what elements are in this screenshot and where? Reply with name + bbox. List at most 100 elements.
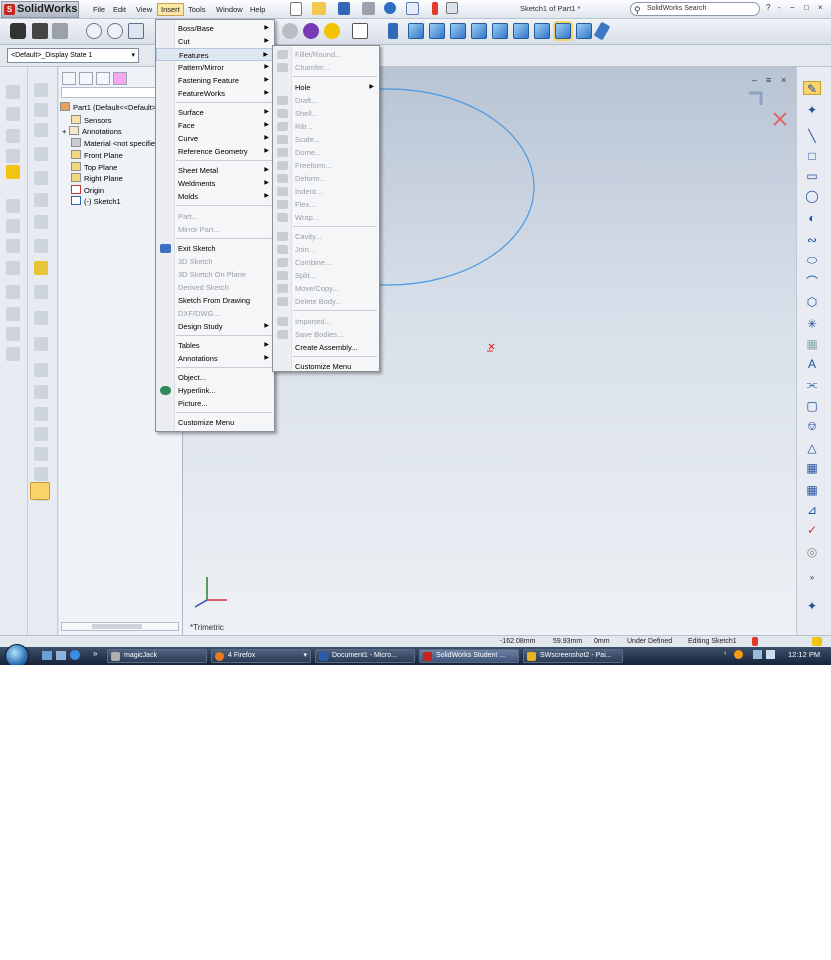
mirror-tool-icon[interactable]	[6, 261, 20, 275]
zoom-to-fit-icon[interactable]	[86, 23, 102, 39]
insert-item-features[interactable]: Features ▶	[156, 48, 274, 61]
search-input[interactable]: ⚲ SolidWorks Search	[630, 2, 760, 16]
menu-edit[interactable]: Edit	[110, 3, 129, 16]
features-item-freeform[interactable]: Freeform...	[273, 159, 379, 172]
view-orientation-icon[interactable]	[352, 23, 368, 39]
right-view-icon[interactable]	[471, 23, 487, 39]
centerline-tool-icon[interactable]	[6, 107, 20, 121]
layer-tool-icon[interactable]	[6, 347, 20, 361]
line-icon[interactable]: ╲	[805, 129, 819, 143]
insert-item-3d-sketch[interactable]: 3D Sketch	[156, 255, 274, 268]
corner-tool-icon[interactable]	[6, 129, 20, 143]
slot-icon[interactable]: ▭	[805, 169, 819, 183]
pattern-tool-icon[interactable]	[34, 215, 48, 229]
tray-expand-icon[interactable]: ‹	[724, 650, 726, 657]
zoom-to-area-icon[interactable]	[107, 23, 123, 39]
maximize-button[interactable]: □	[804, 3, 809, 12]
tree-horizontal-scrollbar[interactable]	[61, 622, 179, 631]
smart-dimension-icon[interactable]	[32, 23, 48, 39]
features-item-combine[interactable]: Combine...	[273, 256, 379, 269]
trim-icon[interactable]: ⫘	[805, 377, 819, 391]
move-entities-icon[interactable]: ▦	[805, 483, 819, 497]
insert-item-hyperlink[interactable]: Hyperlink...	[156, 384, 274, 397]
offset-icon[interactable]: ▢	[805, 399, 819, 413]
rib-tool-icon[interactable]	[34, 407, 48, 421]
left-view-icon[interactable]	[450, 23, 466, 39]
isometric-view-icon[interactable]	[534, 23, 550, 39]
options-icon[interactable]	[446, 2, 458, 14]
ellipse-icon[interactable]: ⬭	[805, 253, 819, 267]
smart-dimension-icon[interactable]: ✦	[805, 103, 819, 117]
front-view-icon[interactable]	[408, 23, 424, 39]
taskbar-clock[interactable]: 12:12 PM	[788, 650, 820, 659]
table-tool-icon[interactable]	[6, 219, 20, 233]
mold-tool-icon[interactable]	[34, 363, 48, 377]
features-item-imported[interactable]: Imported...	[273, 315, 379, 328]
normal-to-icon[interactable]	[388, 23, 398, 39]
insert-item-tables[interactable]: Tables ▶	[156, 339, 274, 352]
back-view-icon[interactable]	[429, 23, 445, 39]
polygon-icon[interactable]: ⬡	[805, 295, 819, 309]
features-item-create-assembly[interactable]: Create Assembly...	[273, 341, 379, 354]
features-item-hole[interactable]: Hole ▶	[273, 81, 379, 94]
insert-item-fastening-feature[interactable]: Fastening Feature ▶	[156, 74, 274, 87]
help-dropdown-button[interactable]: -	[778, 3, 781, 12]
features-item-rib[interactable]: Rib...	[273, 120, 379, 133]
circle-icon[interactable]: ◯	[805, 189, 819, 203]
insert-item-picture[interactable]: Picture...	[156, 397, 274, 410]
tab-configuration-manager[interactable]	[96, 72, 110, 85]
tab-feature-manager[interactable]	[62, 72, 76, 85]
taskbar-item-paint[interactable]: SWscreenshot2 - Pai...	[523, 649, 623, 663]
features-item-indent[interactable]: Indent...	[273, 185, 379, 198]
grid-tool-icon[interactable]	[6, 199, 20, 213]
solidworks-logo[interactable]: S SolidWorks	[1, 1, 79, 18]
bottom-view-icon[interactable]	[513, 23, 529, 39]
fillet-tool-icon[interactable]	[34, 171, 48, 185]
start-button[interactable]	[5, 644, 29, 665]
sweep-tool-icon[interactable]	[34, 123, 48, 137]
menu-view[interactable]: View	[133, 3, 155, 16]
menu-tools[interactable]: Tools	[185, 3, 209, 16]
open-icon[interactable]	[312, 2, 326, 15]
arc-icon[interactable]: ◐	[805, 211, 819, 225]
insert-item-object[interactable]: Object...	[156, 371, 274, 384]
menu-help[interactable]: Help	[247, 3, 268, 16]
help-balloon-icon[interactable]	[812, 637, 822, 646]
features-item-flex[interactable]: Flex...	[273, 198, 379, 211]
menu-window[interactable]: Window	[213, 3, 246, 16]
relation-tool-icon[interactable]	[6, 307, 20, 321]
insert-item-curve[interactable]: Curve ▶	[156, 132, 274, 145]
insert-item-design-study[interactable]: Design Study ▶	[156, 320, 274, 333]
instant3d-tool-icon[interactable]	[34, 385, 48, 399]
block-tool-icon[interactable]	[6, 239, 20, 253]
viewport-minimize-icon[interactable]: –	[752, 75, 757, 85]
point-tool-icon[interactable]	[6, 149, 20, 163]
loft-tool-icon[interactable]	[34, 147, 48, 161]
convert-entities-icon[interactable]: ⎊	[805, 419, 819, 433]
features-item-scale[interactable]: Scale...	[273, 133, 379, 146]
repair-tool-icon[interactable]	[6, 327, 20, 341]
viewport-close-icon[interactable]: ×	[781, 75, 786, 85]
sketch-toggle-icon[interactable]: ✎	[803, 81, 821, 96]
volume-icon[interactable]	[766, 650, 775, 659]
features-item-customize-menu[interactable]: Customize Menu	[273, 360, 379, 373]
features-item-join[interactable]: Join...	[273, 243, 379, 256]
tray-app-icon[interactable]	[734, 650, 743, 659]
rebuild-icon[interactable]	[432, 2, 438, 15]
weldment-tool-icon[interactable]	[34, 337, 48, 351]
mirror-feature-icon[interactable]	[34, 239, 48, 253]
features-item-cavity[interactable]: Cavity...	[273, 230, 379, 243]
insert-item-boss-base[interactable]: Boss/Base ▶	[156, 22, 274, 35]
insert-item-reference-geometry[interactable]: Reference Geometry ▶	[156, 145, 274, 158]
features-item-split[interactable]: Split...	[273, 269, 379, 282]
display-relations-icon[interactable]: ⊿	[805, 503, 819, 517]
chamfer-tool-icon[interactable]	[34, 193, 48, 207]
insert-item-customize-menu[interactable]: Customize Menu	[156, 416, 274, 429]
insert-item-annotations[interactable]: Annotations ▶	[156, 352, 274, 365]
rebuild-status-icon[interactable]	[752, 637, 758, 646]
display-state-select[interactable]: <Default>_Display State 1 ▾	[7, 48, 139, 63]
taskbar-item-magicjack[interactable]: magicJack	[107, 649, 207, 663]
rectangle-icon[interactable]: □	[805, 149, 819, 163]
taskbar-item-firefox[interactable]: 4 Firefox ▾	[211, 649, 311, 663]
insert-item-pattern-mirror[interactable]: Pattern/Mirror ▶	[156, 61, 274, 74]
